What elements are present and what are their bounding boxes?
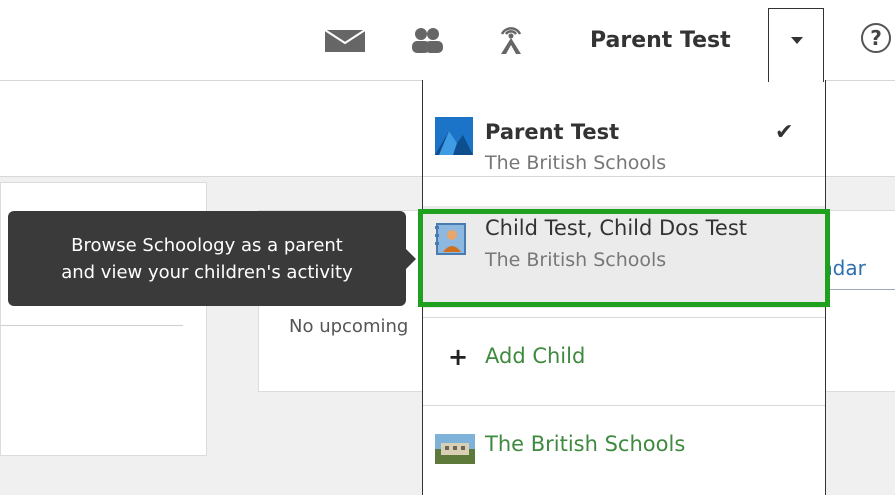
add-child-label: Add Child xyxy=(485,344,586,368)
calendar-link[interactable]: ndar xyxy=(820,256,866,280)
school-link-item[interactable]: The British Schools xyxy=(423,407,825,495)
school-logo-icon xyxy=(435,117,473,155)
account-menu-toggle[interactable] xyxy=(768,8,824,82)
people-icon[interactable] xyxy=(410,27,444,53)
school-link-label: The British Schools xyxy=(485,432,686,456)
add-child-item[interactable]: + Add Child xyxy=(423,317,825,407)
check-icon: ✔ xyxy=(775,120,794,145)
calendar-underline xyxy=(825,289,895,290)
card-divider xyxy=(1,325,183,326)
tooltip-arrow xyxy=(406,249,416,269)
tooltip: Browse Schoology as a parent and view yo… xyxy=(8,211,416,306)
signal-icon[interactable] xyxy=(497,22,525,54)
account-item-parent[interactable]: Parent Test The British Schools ✔ xyxy=(423,102,825,212)
top-header: Parent Test ? xyxy=(0,0,895,81)
tooltip-line1: Browse Schoology as a parent xyxy=(71,235,343,256)
account-school: The British Schools xyxy=(485,152,667,174)
tooltip-line2: and view your children's activity xyxy=(61,262,353,283)
account-name: Child Test, Child Dos Test xyxy=(485,216,747,240)
plus-icon: + xyxy=(448,343,469,371)
account-name: Parent Test xyxy=(485,120,620,144)
account-item-child[interactable]: Child Test, Child Dos Test The British S… xyxy=(423,206,825,308)
user-name[interactable]: Parent Test xyxy=(590,28,731,53)
no-upcoming-text: No upcoming xyxy=(289,316,409,337)
menu-divider xyxy=(423,176,825,177)
account-school: The British Schools xyxy=(485,249,667,271)
account-dropdown: Parent Test The British Schools ✔ Child … xyxy=(422,80,826,495)
school-photo-icon xyxy=(435,434,475,464)
mail-icon[interactable] xyxy=(325,30,365,52)
child-avatar-icon xyxy=(435,223,466,255)
help-icon[interactable]: ? xyxy=(861,23,891,53)
chevron-down-icon xyxy=(791,37,803,44)
menu-divider xyxy=(423,405,825,406)
